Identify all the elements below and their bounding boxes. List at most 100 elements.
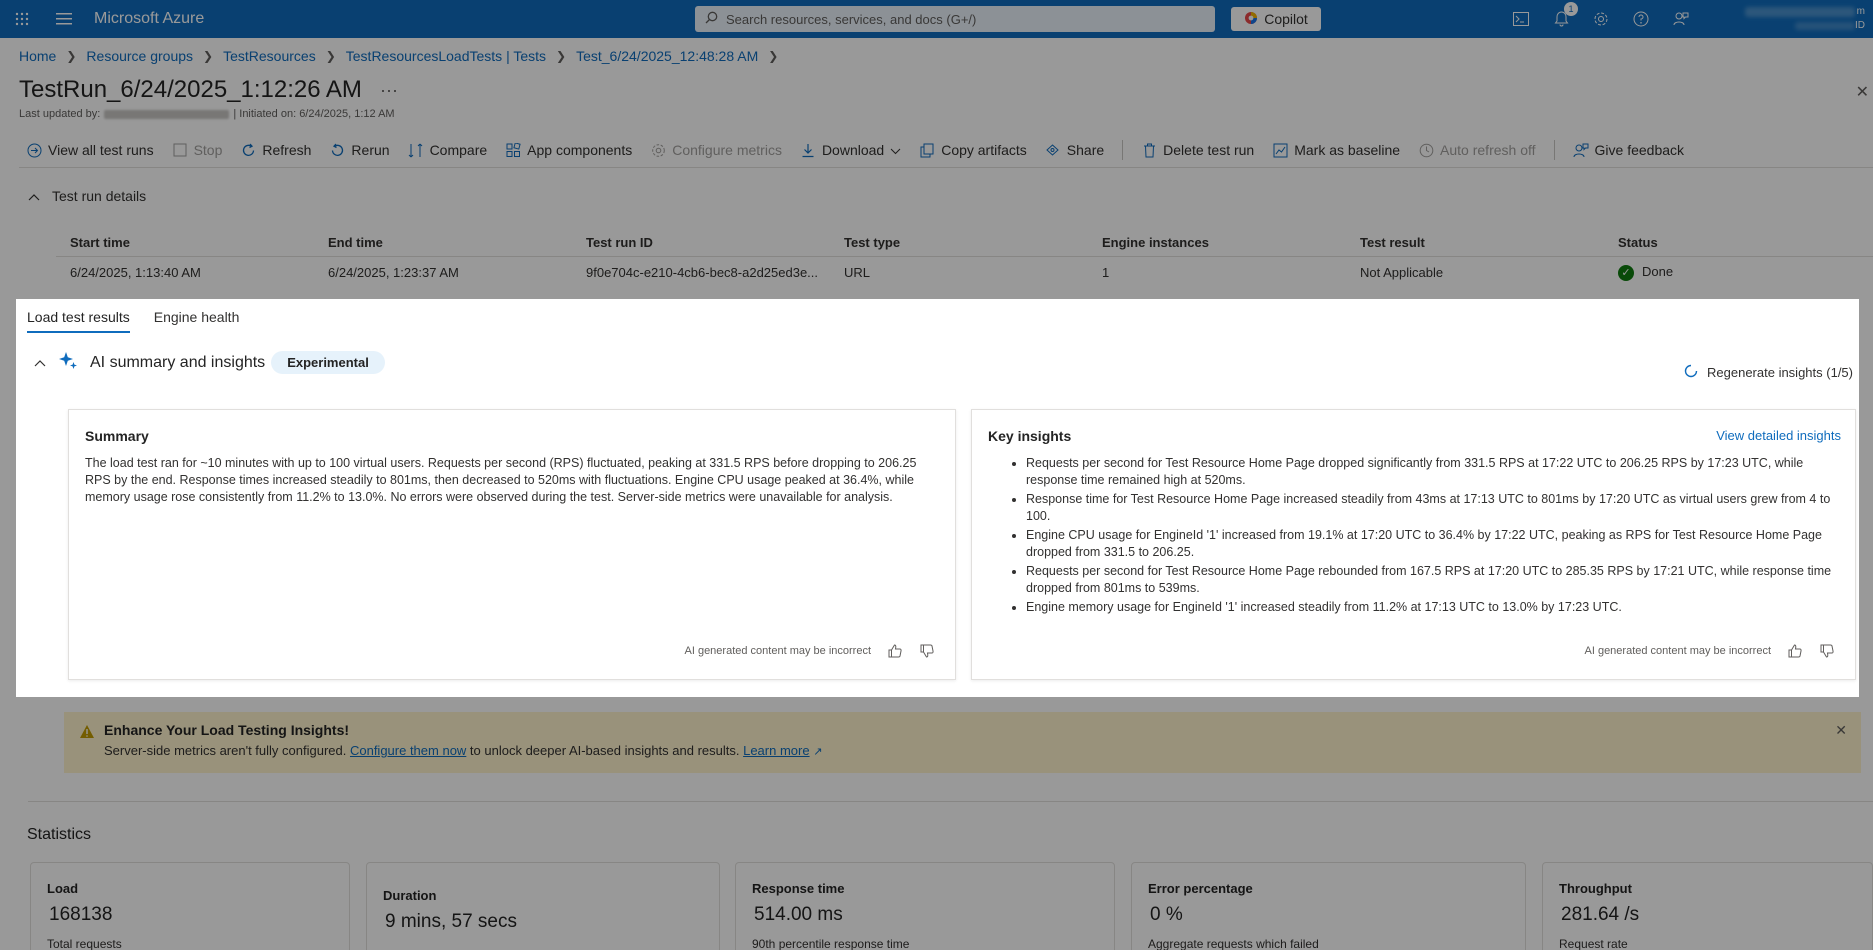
chevron-right-icon: ❯ — [203, 49, 214, 63]
baseline-chart-icon — [1272, 142, 1288, 158]
warning-banner: Enhance Your Load Testing Insights! Serv… — [64, 712, 1861, 773]
collapse-chevron-up-icon[interactable] — [34, 355, 46, 370]
compare-icon — [408, 142, 424, 158]
banner-text-2: to unlock deeper AI-based insights and r… — [466, 743, 744, 758]
ai-summary-header: AI summary and insights Experimental — [34, 351, 385, 374]
copy-artifacts-button[interactable]: Copy artifacts — [919, 142, 1027, 158]
stat-value: 9 mins, 57 secs — [385, 911, 517, 932]
search-placeholder: Search resources, services, and docs (G+… — [726, 11, 977, 27]
stat-label: Duration — [383, 888, 437, 903]
notification-count-badge: 1 — [1564, 2, 1578, 16]
table-header-row: Start time End time Test run ID Test typ… — [56, 229, 1873, 257]
stat-card-throughput: Throughput 281.64 /s Request rate — [1542, 862, 1873, 950]
list-item: Engine CPU usage for EngineId '1' increa… — [1026, 527, 1839, 561]
test-run-details-toggle[interactable]: Test run details — [28, 188, 146, 204]
app-launcher-icon[interactable] — [0, 0, 44, 38]
stat-card-response-time: Response time 514.00 ms 90th percentile … — [735, 862, 1115, 950]
summary-footer: AI generated content may be incorrect — [685, 643, 936, 659]
summary-text: The load test ran for ~10 minutes with u… — [85, 456, 917, 504]
breadcrumb-test[interactable]: Test_6/24/2025_12:48:28 AM — [576, 48, 758, 64]
refresh-button[interactable]: Refresh — [240, 142, 311, 158]
account-directory-redacted — [1795, 22, 1855, 30]
banner-text-1: Server-side metrics aren't fully configu… — [104, 743, 350, 758]
stat-label: Throughput — [1559, 881, 1632, 896]
ai-disclaimer: AI generated content may be incorrect — [684, 645, 872, 657]
account-menu[interactable]: m ID — [1725, 4, 1865, 34]
rerun-label: Rerun — [351, 142, 390, 158]
page-title: TestRun_6/24/2025_1:12:26 AM — [19, 76, 362, 103]
header-start-time: Start time — [70, 235, 130, 250]
thumbs-up-icon[interactable] — [887, 643, 903, 659]
auto-refresh-button[interactable]: Auto refresh off — [1418, 142, 1536, 158]
gear-icon — [650, 142, 666, 158]
external-link-icon: ↗ — [813, 746, 823, 758]
test-run-details-table: Start time End time Test run ID Test typ… — [56, 229, 1873, 288]
stat-value: 281.64 /s — [1561, 904, 1640, 925]
settings-gear-icon[interactable] — [1590, 8, 1612, 30]
rerun-button[interactable]: Rerun — [329, 142, 390, 158]
summary-card: Summary The load test ran for ~10 minute… — [68, 409, 956, 680]
tab-load-test-results[interactable]: Load test results — [27, 309, 130, 333]
stat-value: 168138 — [49, 904, 113, 925]
more-options-icon[interactable]: ··· — [380, 80, 398, 101]
stat-label: Error percentage — [1148, 881, 1253, 896]
stat-subtitle: Total requests — [47, 937, 122, 950]
thumbs-down-icon[interactable] — [919, 643, 935, 659]
view-detailed-insights-link[interactable]: View detailed insights — [1716, 428, 1841, 443]
redacted-user — [104, 109, 230, 119]
copy-icon — [919, 142, 935, 158]
arrow-circle-right-icon — [26, 142, 42, 158]
delete-test-run-button[interactable]: Delete test run — [1141, 142, 1254, 158]
run-metadata: Last updated by: | Initiated on: 6/24/20… — [19, 108, 395, 120]
global-search-input[interactable]: Search resources, services, and docs (G+… — [695, 6, 1215, 32]
notifications-icon[interactable]: 1 — [1550, 2, 1578, 30]
feedback-icon — [1573, 142, 1589, 158]
tab-engine-health[interactable]: Engine health — [154, 309, 240, 333]
give-feedback-button[interactable]: Give feedback — [1573, 142, 1684, 158]
share-button[interactable]: Share — [1045, 142, 1104, 158]
close-banner-icon[interactable]: ✕ — [1835, 722, 1847, 739]
regenerate-insights-button[interactable]: Regenerate insights (1/5) — [1683, 363, 1853, 382]
stat-value: 514.00 ms — [754, 904, 843, 925]
configure-metrics-label: Configure metrics — [672, 142, 782, 158]
divider — [28, 801, 1873, 802]
refresh-icon — [240, 142, 256, 158]
statistics-title: Statistics — [27, 826, 92, 843]
learn-more-link[interactable]: Learn more — [743, 743, 809, 758]
chevron-right-icon: ❯ — [325, 49, 336, 63]
configure-metrics-link[interactable]: Configure them now — [350, 743, 466, 758]
warning-triangle-icon — [79, 724, 95, 740]
feedback-person-icon[interactable] — [1670, 8, 1692, 30]
account-fragment-2: ID — [1855, 20, 1865, 31]
view-all-test-runs-button[interactable]: View all test runs — [26, 142, 154, 158]
ai-summary-title: AI summary and insights — [90, 353, 266, 371]
breadcrumb-home[interactable]: Home — [19, 48, 56, 64]
thumbs-down-icon[interactable] — [1819, 643, 1835, 659]
close-blade-icon[interactable]: ✕ — [1856, 82, 1869, 102]
portal-brand[interactable]: Microsoft Azure — [94, 10, 674, 28]
initiated-on: | Initiated on: 6/24/2025, 1:12 AM — [233, 108, 395, 120]
rerun-icon — [329, 142, 345, 158]
help-icon[interactable] — [1630, 8, 1652, 30]
download-label: Download — [821, 142, 885, 158]
breadcrumb-testresources[interactable]: TestResources — [223, 48, 316, 64]
divider — [19, 167, 1873, 168]
cloud-shell-icon[interactable] — [1510, 8, 1532, 30]
app-components-button[interactable]: App components — [505, 142, 632, 158]
table-row: 6/24/2025, 1:13:40 AM 6/24/2025, 1:23:37… — [56, 257, 1873, 288]
download-button[interactable]: Download — [800, 142, 901, 158]
stop-button[interactable]: Stop — [172, 142, 222, 158]
baseline-label: Mark as baseline — [1294, 142, 1401, 158]
ai-insights-spotlight: Load test results Engine health AI summa… — [16, 299, 1859, 697]
breadcrumb-loadtests[interactable]: TestResourcesLoadTests | Tests — [346, 48, 546, 64]
thumbs-up-icon[interactable] — [1787, 643, 1803, 659]
configure-metrics-button[interactable]: Configure metrics — [650, 142, 782, 158]
insights-list: Requests per second for Test Resource Ho… — [988, 455, 1839, 616]
compare-button[interactable]: Compare — [408, 142, 487, 158]
mark-as-baseline-button[interactable]: Mark as baseline — [1272, 142, 1400, 158]
copilot-button[interactable]: Copilot — [1231, 7, 1321, 31]
command-separator — [1553, 140, 1555, 160]
hamburger-menu-icon[interactable] — [44, 0, 84, 38]
breadcrumb-resource-groups[interactable]: Resource groups — [86, 48, 193, 64]
clock-icon — [1418, 142, 1434, 158]
